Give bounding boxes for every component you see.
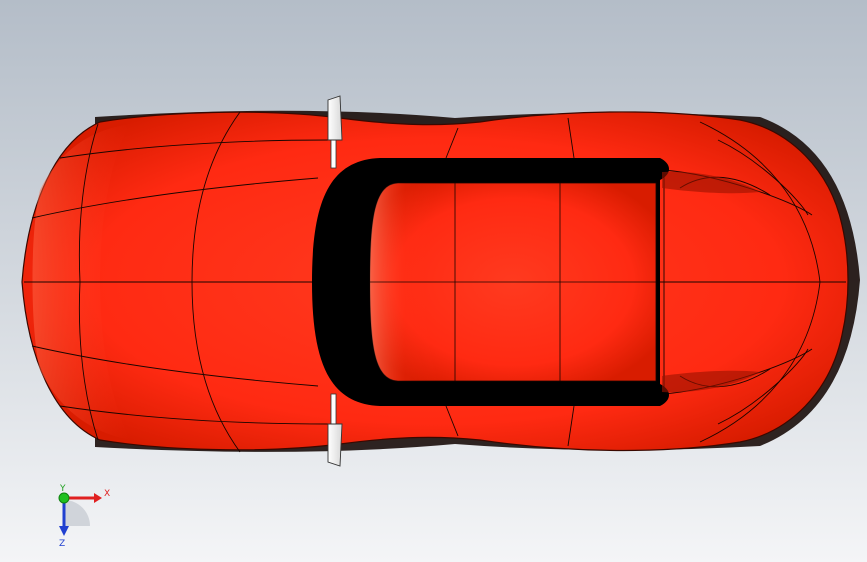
car-model[interactable] (21, 95, 860, 467)
z-arrowhead-icon (59, 526, 69, 536)
viewport-canvas[interactable] (0, 0, 867, 562)
x-arrowhead-icon (94, 493, 102, 503)
y-axis-label: Y (59, 484, 66, 494)
graphics-viewport[interactable]: X Z Y (0, 0, 867, 562)
orientation-triad[interactable]: X Z Y (40, 478, 120, 548)
y-axis-dot (58, 492, 70, 504)
z-axis-label: Z (59, 539, 65, 548)
x-axis-label: X (104, 489, 110, 499)
triad-reference-plane (64, 500, 90, 526)
